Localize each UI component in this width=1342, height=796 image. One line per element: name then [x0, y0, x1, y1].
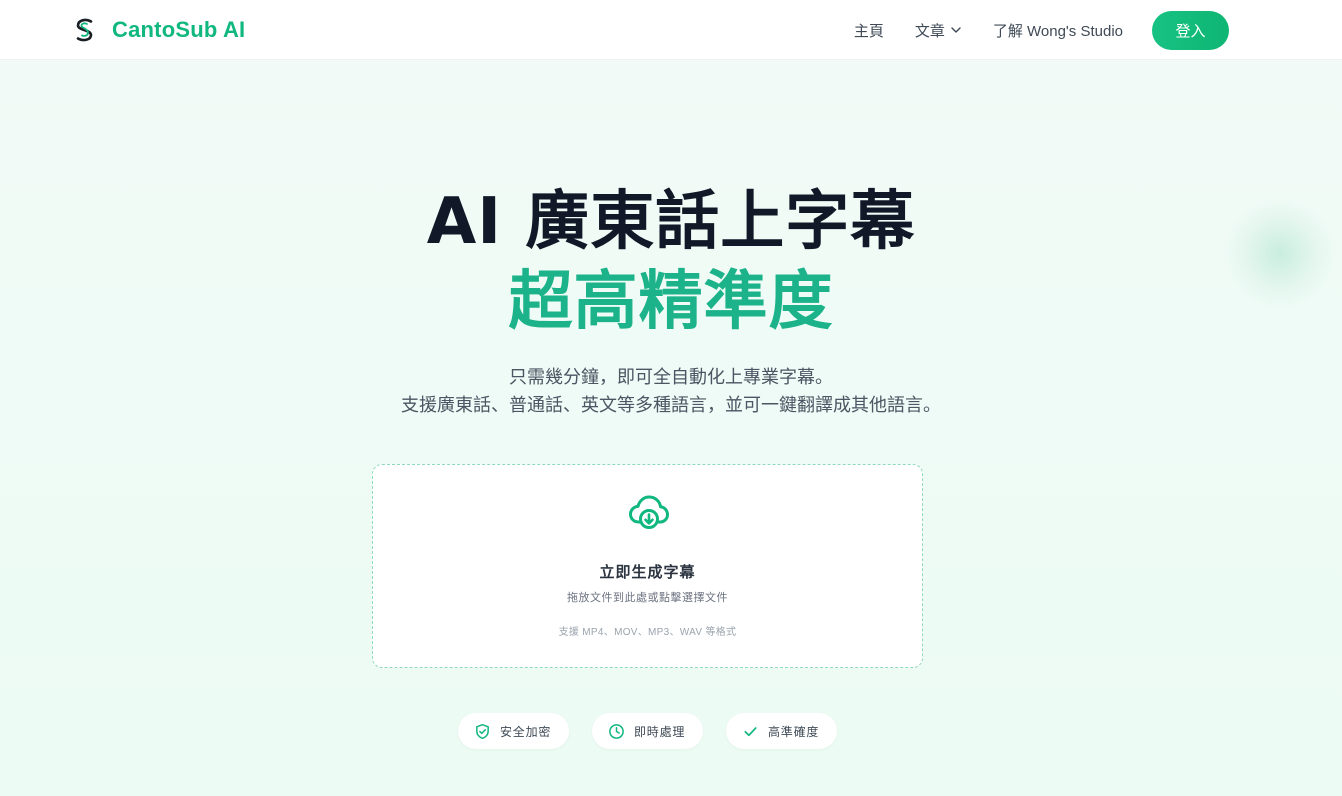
site-header: CantoSub AI 主頁 文章 了解 Wong's Studio 登入	[0, 0, 1342, 60]
nav-articles-label: 文章	[914, 22, 945, 40]
upload-dropzone[interactable]: 立即生成字幕 拖放文件到此處或點擊選擇文件 支援 MP4、MOV、MP3、WAV…	[372, 464, 923, 668]
upload-supported-formats: 支援 MP4、MOV、MP3、WAV 等格式	[558, 627, 737, 638]
hero-subtitle-line1: 只需幾分鐘，即可全自動化上專業字幕。	[509, 367, 833, 387]
nav-home[interactable]: 主頁	[854, 20, 884, 41]
upload-hint: 拖放文件到此處或點擊選擇文件	[567, 592, 728, 604]
main-nav: 主頁 文章 了解 Wong's Studio 登入	[854, 10, 1229, 50]
hero-highlight: 超高精準度	[508, 265, 834, 339]
hero-subtitle-line2: 支援廣東話、普通話、英文等多種語言，並可一鍵翻譯成其他語言。	[401, 395, 941, 415]
brand-name: CantoSub AI	[112, 17, 246, 42]
feature-badge-realtime: 即時處理	[592, 713, 703, 749]
nav-about[interactable]: 了解 Wong's Studio	[993, 20, 1123, 41]
shield-check-icon	[476, 723, 489, 739]
page: CantoSub AI 主頁 文章 了解 Wong's Studio 登入 AI…	[0, 0, 1342, 796]
hero-title: AI 廣東話上字幕	[426, 185, 916, 259]
feature-badge-secure: 安全加密	[458, 713, 569, 749]
upload-title: 立即生成字幕	[599, 564, 696, 581]
feature-label: 即時處理	[634, 724, 686, 739]
check-icon	[744, 726, 757, 736]
feature-label: 高準確度	[768, 724, 820, 739]
brand-logo-icon	[76, 18, 93, 42]
nav-articles-dropdown[interactable]: 文章	[915, 20, 962, 41]
brand-logo[interactable]: CantoSub AI	[72, 17, 245, 43]
login-button[interactable]: 登入	[1152, 10, 1229, 50]
cloud-download-icon	[629, 495, 669, 529]
chevron-down-icon	[951, 27, 961, 33]
feature-badge-accuracy: 高準確度	[726, 713, 837, 749]
feature-label: 安全加密	[500, 724, 552, 739]
clock-icon	[609, 723, 624, 739]
